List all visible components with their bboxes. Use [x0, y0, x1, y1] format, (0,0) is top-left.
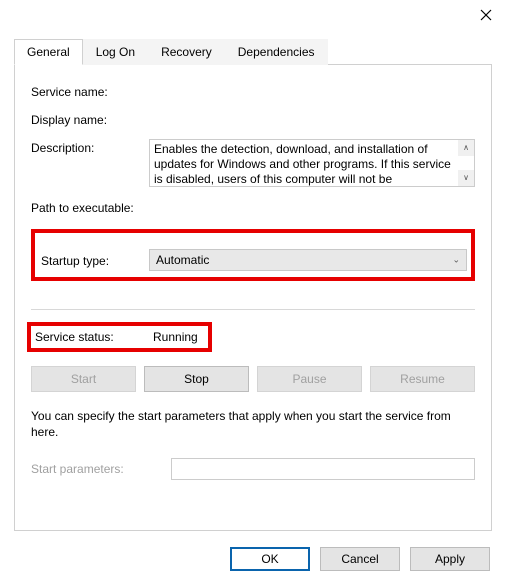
ok-button[interactable]: OK	[230, 547, 310, 571]
service-status-highlight: Service status: Running	[27, 322, 212, 352]
startup-type-label: Startup type:	[39, 252, 149, 268]
close-icon[interactable]	[480, 9, 492, 24]
startup-type-select[interactable]: Automatic ⌄	[149, 249, 467, 271]
tab-logon[interactable]: Log On	[83, 39, 148, 65]
tab-body-general: Service name: Display name: Description:…	[14, 65, 492, 531]
tab-strip: General Log On Recovery Dependencies	[14, 38, 492, 65]
apply-button[interactable]: Apply	[410, 547, 490, 571]
stop-button[interactable]: Stop	[144, 366, 249, 392]
pause-button: Pause	[257, 366, 362, 392]
scroll-down-icon[interactable]: ∨	[458, 170, 474, 186]
tab-dependencies[interactable]: Dependencies	[225, 39, 328, 65]
display-name-label: Display name:	[31, 111, 149, 127]
tab-general[interactable]: General	[14, 39, 83, 65]
description-text: Enables the detection, download, and ins…	[154, 142, 451, 186]
dialog-footer: OK Cancel Apply	[230, 547, 490, 571]
cancel-button[interactable]: Cancel	[320, 547, 400, 571]
start-params-note: You can specify the start parameters tha…	[31, 408, 475, 440]
start-button: Start	[31, 366, 136, 392]
path-label: Path to executable:	[31, 199, 134, 215]
divider	[31, 309, 475, 310]
start-params-label: Start parameters:	[31, 462, 171, 476]
resume-button: Resume	[370, 366, 475, 392]
startup-type-value: Automatic	[156, 253, 209, 267]
service-control-buttons: Start Stop Pause Resume	[31, 366, 475, 392]
description-label: Description:	[31, 139, 149, 155]
titlebar	[0, 0, 506, 32]
service-status-label: Service status:	[35, 330, 153, 344]
service-status-value: Running	[153, 330, 198, 344]
chevron-down-icon: ⌄	[452, 255, 460, 266]
tab-recovery[interactable]: Recovery	[148, 39, 225, 65]
service-name-label: Service name:	[31, 83, 149, 99]
description-box[interactable]: Enables the detection, download, and ins…	[149, 139, 475, 187]
start-params-input	[171, 458, 475, 480]
scroll-up-icon[interactable]: ∧	[458, 140, 474, 156]
startup-type-highlight: Startup type: Automatic ⌄	[31, 229, 475, 281]
